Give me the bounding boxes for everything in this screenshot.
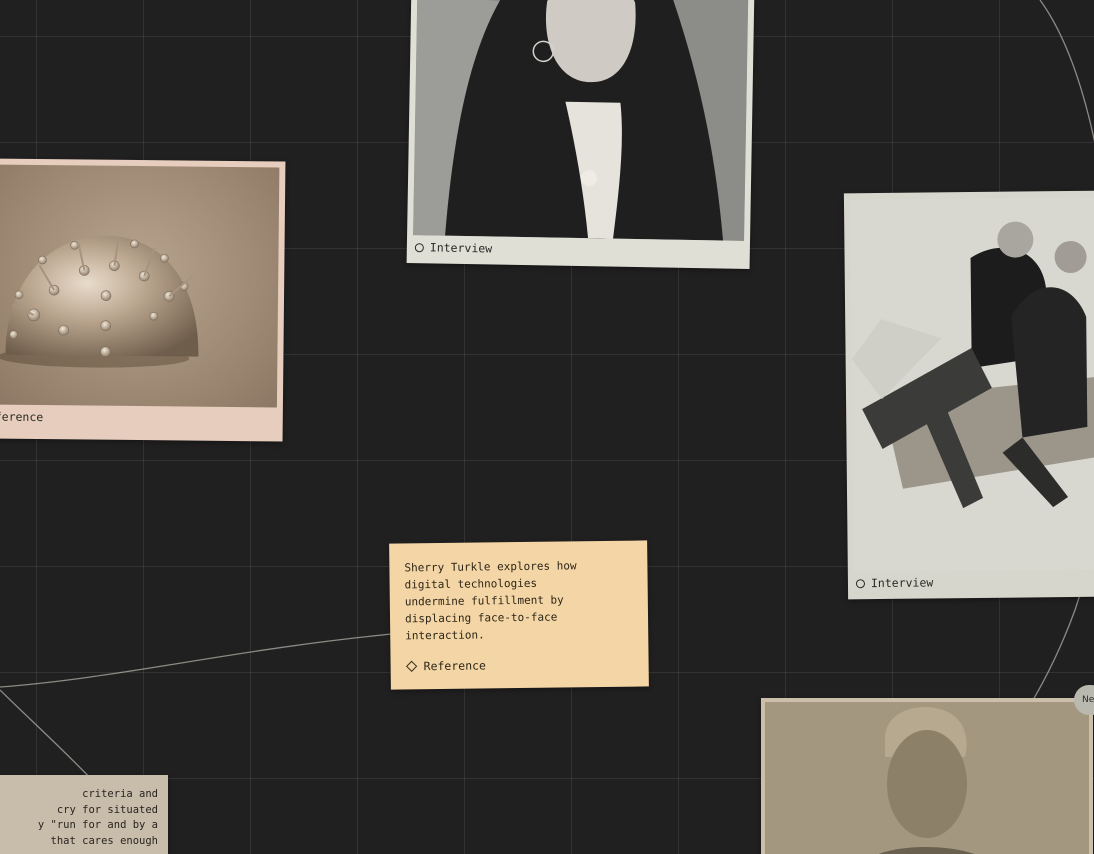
circle-outline-icon <box>414 242 424 252</box>
interview-tag-label: Interview <box>429 240 493 256</box>
circle-outline-icon <box>855 578 866 588</box>
note-text: Sherry Turkle explores how digital techn… <box>404 559 577 643</box>
diamond-outline-icon <box>405 660 418 672</box>
card-tag: Interview <box>854 569 1094 596</box>
photo-card[interactable] <box>761 698 1093 854</box>
new-badge-label: Ne <box>1082 695 1094 705</box>
note-card[interactable]: Sherry Turkle explores how digital techn… <box>389 540 649 690</box>
dome-sculpture-image <box>0 164 280 408</box>
canvas-board[interactable]: ference Interview Interview Sherry Turkl… <box>0 0 1094 854</box>
interview-tag-label: Interview <box>870 575 934 591</box>
interview-card[interactable]: Interview <box>843 190 1094 600</box>
reference-tag-label: Reference <box>423 658 487 674</box>
interview-card[interactable]: Interview <box>406 0 755 269</box>
card-tag: Reference <box>405 652 634 679</box>
portrait-man-illustration <box>765 702 1089 854</box>
portrait-man-image <box>765 702 1089 854</box>
dome-sculpture-illustration <box>0 235 199 368</box>
portrait-image <box>413 0 749 241</box>
reference-card[interactable]: ference <box>0 158 286 442</box>
group-photo-image <box>849 196 1094 572</box>
connection-line <box>0 633 393 688</box>
note-card[interactable]: criteria and cry for situated y "run for… <box>0 775 168 854</box>
two-people-illustration <box>849 196 1094 572</box>
card-tag: ference <box>0 405 277 432</box>
note-text: criteria and cry for situated y "run for… <box>37 788 158 847</box>
portrait-woman-illustration <box>413 0 749 241</box>
reference-tag-label: ference <box>0 409 44 425</box>
